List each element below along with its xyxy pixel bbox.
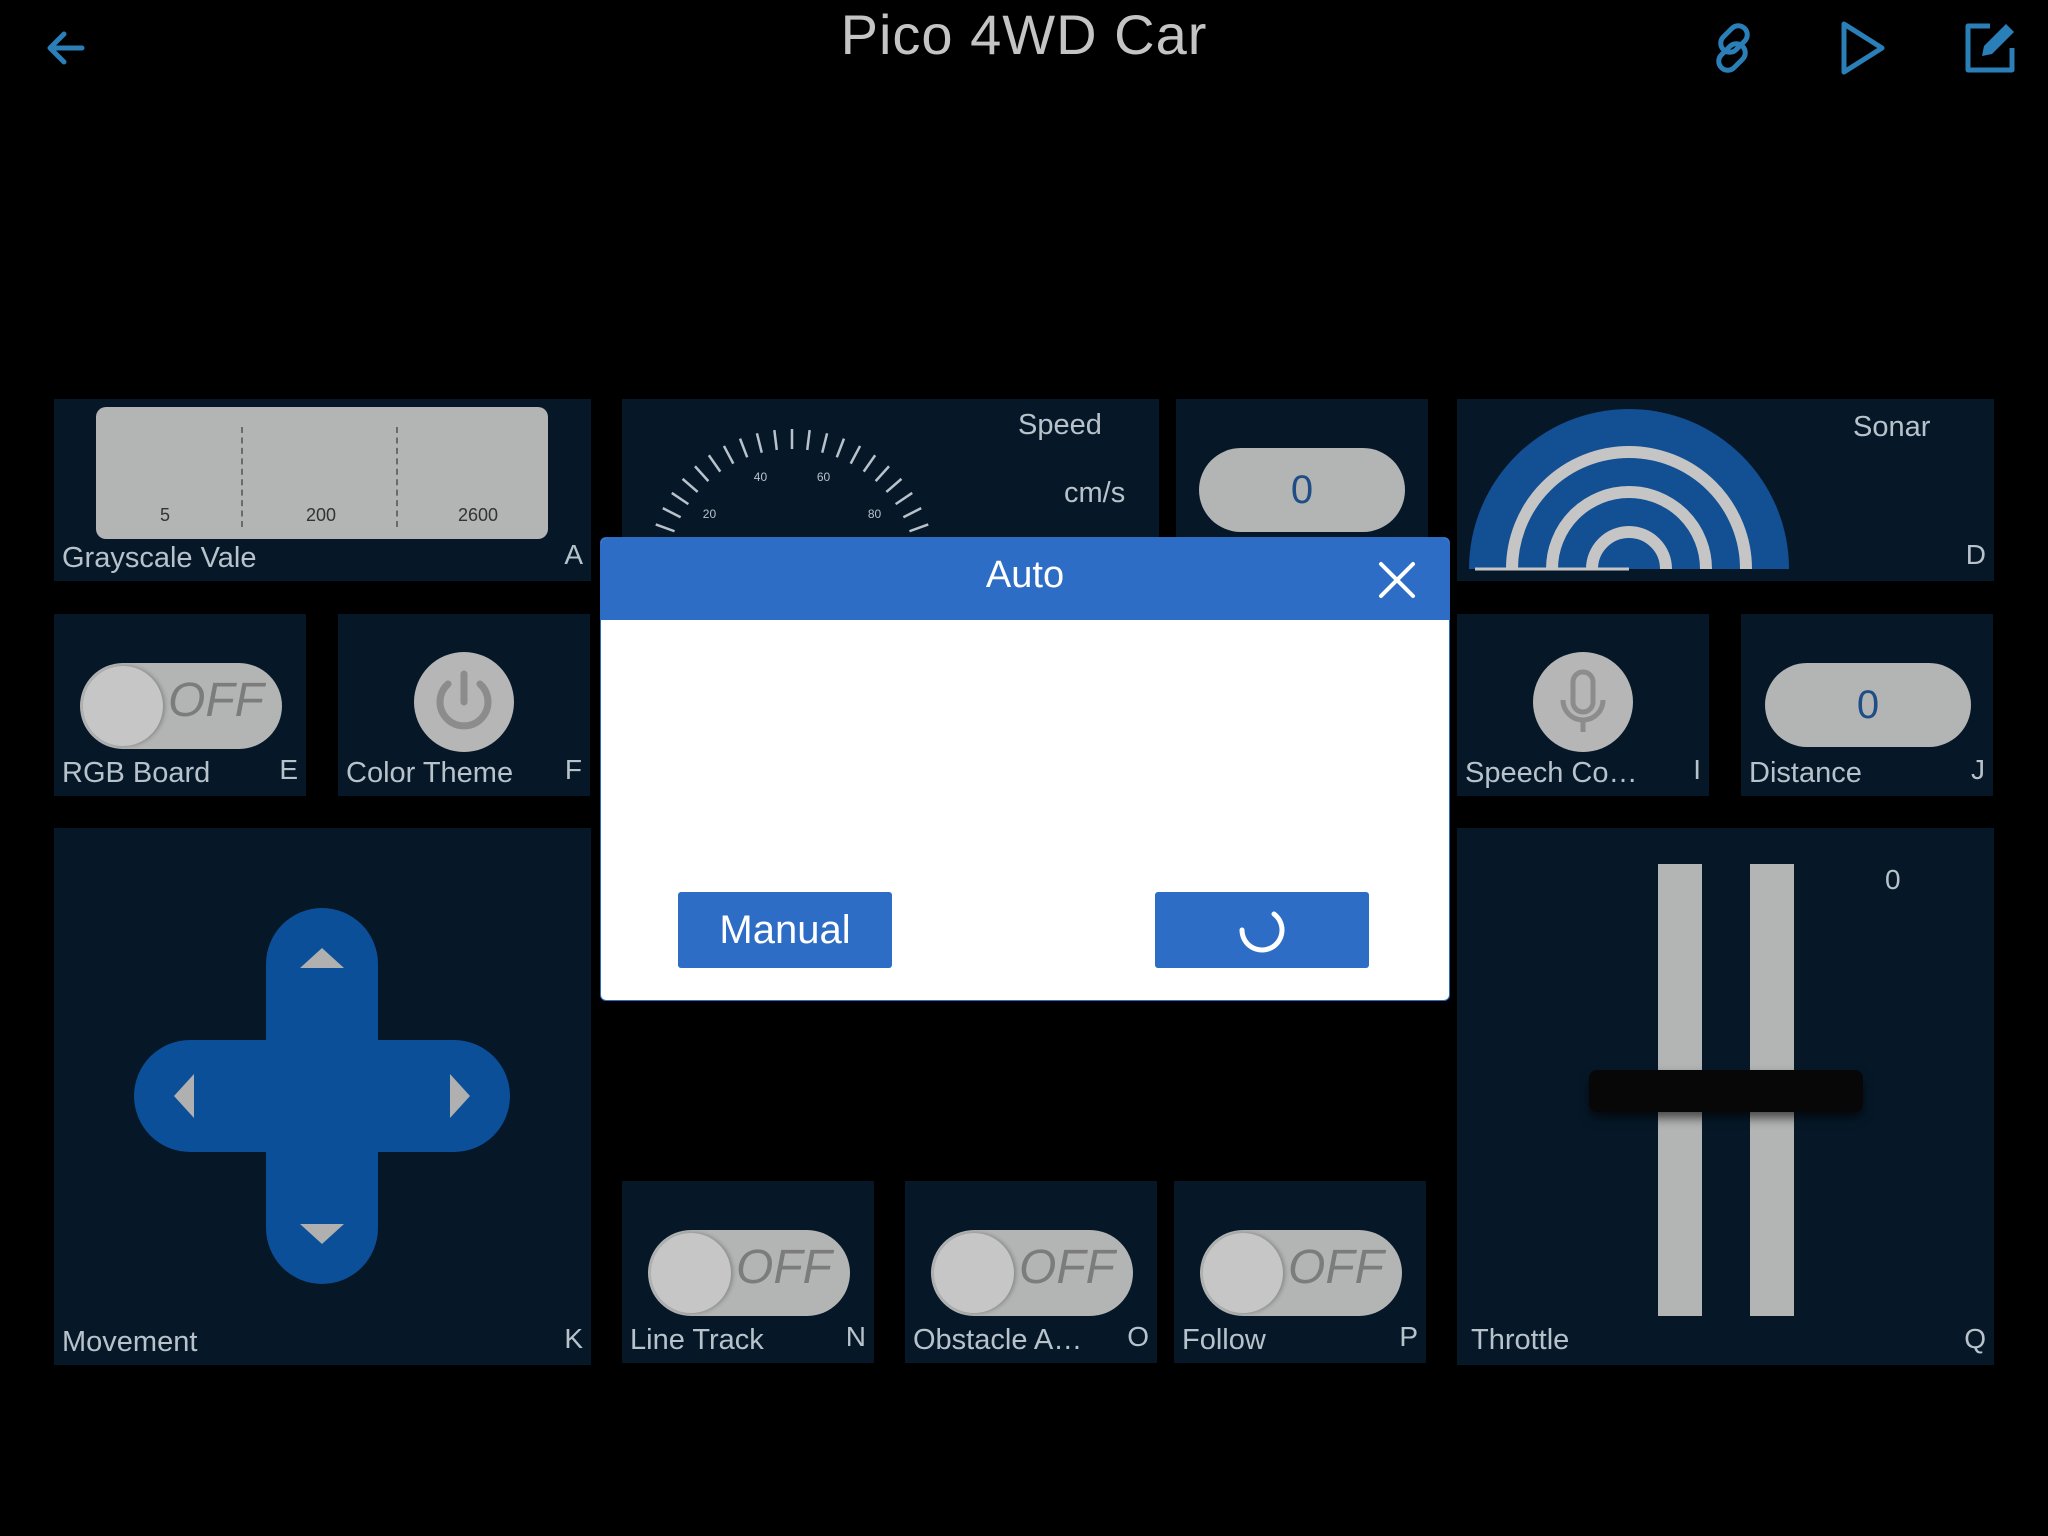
- gauge-tick: [722, 445, 735, 465]
- sonar-title: Sonar: [1853, 411, 1931, 443]
- speed-unit: cm/s: [1064, 477, 1126, 509]
- gauge-tick: [773, 429, 779, 451]
- gauge-tick: [707, 454, 722, 473]
- gauge-tick: [738, 438, 749, 458]
- gauge-tick: [805, 429, 811, 451]
- close-icon[interactable]: [1377, 560, 1417, 600]
- rgb-board-toggle[interactable]: OFF: [80, 663, 282, 749]
- speech-control-key: I: [1693, 754, 1701, 785]
- grayscale-widget: 5 200 2600 Grayscale Vale A: [54, 399, 591, 581]
- distance-widget: 0 Distance J: [1741, 614, 1993, 796]
- grayscale-label: Grayscale Vale: [62, 542, 257, 574]
- rgb-board-label: RGB Board: [62, 757, 211, 789]
- throttle-slider-handle[interactable]: [1589, 1070, 1863, 1112]
- dialog-header: Auto: [601, 538, 1449, 620]
- speech-control-label: Speech Co…: [1465, 757, 1638, 789]
- line-track-widget: OFF Line Track N: [622, 1181, 874, 1363]
- gauge-tick-label: 20: [703, 507, 717, 521]
- throttle-widget: 0 Throttle Q: [1457, 828, 1994, 1365]
- gauge-tick: [662, 507, 682, 519]
- loading-spinner-icon: [1239, 911, 1285, 953]
- gauge-tick: [885, 477, 903, 493]
- gauge-tick: [862, 454, 877, 473]
- distance-label: Distance: [1749, 757, 1862, 789]
- rgb-board-widget: OFF RGB Board E: [54, 614, 306, 796]
- follow-key: P: [1399, 1321, 1418, 1352]
- grayscale-tick: 2600: [458, 505, 499, 525]
- follow-widget: OFF Follow P: [1174, 1181, 1426, 1363]
- speech-control-widget: Speech Co… I: [1457, 614, 1709, 796]
- color-theme-key: F: [564, 754, 582, 785]
- gauge-tick-label: 80: [868, 507, 882, 521]
- gauge-tick: [894, 491, 913, 506]
- microphone-icon[interactable]: [1531, 650, 1635, 754]
- gauge-tick: [655, 523, 675, 533]
- play-icon[interactable]: [1832, 18, 1892, 78]
- speed-value-display: 0: [1199, 448, 1405, 532]
- gauge-tick: [909, 523, 929, 533]
- rgb-board-key: E: [279, 754, 298, 785]
- color-theme-widget: Color Theme F: [338, 614, 590, 796]
- movement-widget: Movement K: [54, 828, 591, 1365]
- color-theme-label: Color Theme: [346, 757, 514, 789]
- movement-label: Movement: [62, 1326, 198, 1358]
- grayscale-tick: 5: [160, 505, 171, 525]
- throttle-key: Q: [1964, 1323, 1986, 1354]
- grayscale-scale: 5 200 2600: [96, 407, 548, 539]
- grayscale-key: A: [564, 539, 583, 570]
- line-track-label: Line Track: [630, 1324, 764, 1356]
- obstacle-key: O: [1127, 1321, 1149, 1352]
- obstacle-widget: OFF Obstacle A… O: [905, 1181, 1157, 1363]
- gauge-tick: [694, 465, 710, 482]
- gauge-tick: [671, 491, 690, 506]
- grayscale-tick: 200: [306, 505, 337, 525]
- dialog-title: Auto: [985, 554, 1065, 596]
- manual-button[interactable]: Manual: [678, 892, 892, 968]
- gauge-tick: [874, 465, 890, 482]
- sonar-key: D: [1965, 539, 1986, 570]
- throttle-label: Throttle: [1471, 1324, 1570, 1356]
- distance-display: 0: [1765, 663, 1971, 747]
- distance-key: J: [1971, 754, 1985, 785]
- gauge-tick-label: 40: [754, 470, 768, 484]
- follow-toggle[interactable]: OFF: [1200, 1230, 1402, 1316]
- gauge-tick-label: 60: [817, 470, 831, 484]
- power-button-icon[interactable]: [412, 650, 516, 754]
- gauge-tick: [835, 438, 846, 458]
- line-track-toggle[interactable]: OFF: [648, 1230, 850, 1316]
- edit-icon[interactable]: [1960, 18, 2020, 78]
- gauge-tick: [755, 433, 763, 454]
- line-track-key: N: [845, 1321, 866, 1352]
- gauge-tick: [902, 507, 922, 519]
- link-icon[interactable]: [1703, 18, 1763, 78]
- gauge-tick: [681, 477, 699, 493]
- gauge-tick: [821, 433, 829, 454]
- obstacle-label: Obstacle A…: [913, 1324, 1083, 1356]
- dpad: [134, 908, 510, 1284]
- sonar-radar-icon: [1469, 409, 1789, 571]
- speed-title: Speed: [1018, 409, 1102, 441]
- obstacle-toggle[interactable]: OFF: [931, 1230, 1133, 1316]
- loading-button[interactable]: [1155, 892, 1369, 968]
- sonar-widget: Sonar D: [1457, 399, 1994, 581]
- gauge-tick: [849, 445, 862, 465]
- auto-dialog: Auto Manual: [600, 537, 1450, 1001]
- throttle-value: 0: [1885, 864, 1901, 895]
- movement-key: K: [564, 1323, 583, 1354]
- follow-label: Follow: [1182, 1324, 1266, 1356]
